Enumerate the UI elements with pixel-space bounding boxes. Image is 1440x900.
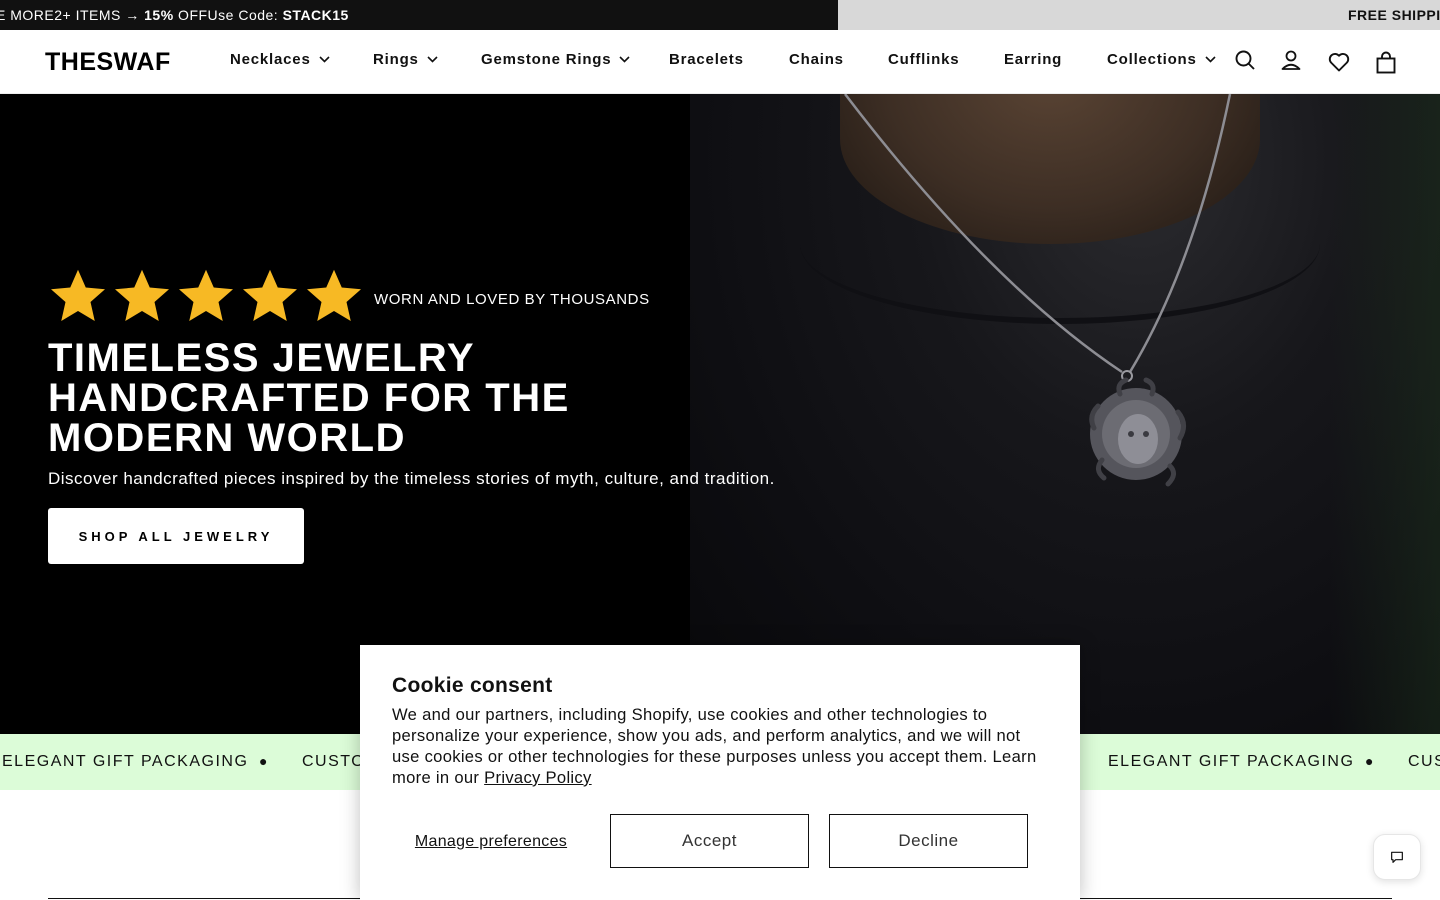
nav-label: Gemstone Rings <box>481 51 612 68</box>
marquee-item: CUS <box>1408 753 1440 770</box>
site-logo[interactable]: THESWAF <box>45 48 171 77</box>
cookie-description: We and our partners, including Shopify, … <box>392 704 1042 788</box>
nav-necklaces[interactable]: Necklaces <box>230 51 330 68</box>
accept-button[interactable]: Accept <box>610 814 809 868</box>
shipping-text: FREE SHIPPIN <box>1348 7 1440 23</box>
chevron-down-icon <box>427 56 438 63</box>
promo-mid: OFFUse Code: <box>173 7 283 23</box>
nav-label: Rings <box>373 51 419 68</box>
shipping-announcement: FREE SHIPPIN <box>838 0 1440 30</box>
nav-earring[interactable]: Earring <box>1004 51 1062 68</box>
nav-label: Necklaces <box>230 51 311 68</box>
search-icon[interactable] <box>1233 48 1257 72</box>
nav-rings[interactable]: Rings <box>373 51 438 68</box>
privacy-policy-link[interactable]: Privacy Policy <box>484 768 591 787</box>
nav-label: Chains <box>789 51 844 68</box>
star-icon <box>179 269 233 321</box>
manage-preferences-button[interactable]: Manage preferences <box>392 814 590 868</box>
nav-label: Cufflinks <box>888 51 960 68</box>
chevron-down-icon <box>619 56 630 63</box>
nav-collections[interactable]: Collections <box>1107 51 1216 68</box>
star-icon <box>307 269 361 321</box>
promo-code: STACK15 <box>282 7 349 23</box>
hero-model-image <box>690 94 1440 734</box>
chevron-down-icon <box>1205 56 1216 63</box>
nav-gemstone-rings[interactable]: Gemstone Rings <box>481 51 630 68</box>
star-icon <box>115 269 169 321</box>
marquee-item: ELEGANT GIFT PACKAGING <box>1108 753 1355 770</box>
decline-button[interactable]: Decline <box>829 814 1028 868</box>
chat-bubble-icon <box>1391 851 1403 863</box>
bullet-separator: ● <box>259 753 268 769</box>
star-icon <box>243 269 297 321</box>
promo-announcement: E MORE2+ ITEMS → 15% OFFUse Code: STACK1… <box>0 0 838 30</box>
cookie-consent-dialog: Cookie consent We and our partners, incl… <box>360 645 1080 900</box>
nav-label: Earring <box>1004 51 1063 68</box>
star-icon <box>51 269 105 321</box>
hero-title: TIMELESS JEWELRY HANDCRAFTED FOR THE MOD… <box>48 336 570 460</box>
medusa-pendant-necklace-image <box>844 94 1232 487</box>
hero-subtitle: Discover handcrafted pieces inspired by … <box>48 469 775 488</box>
hero-banner: WORN AND LOVED BY THOUSANDS TIMELESS JEW… <box>0 94 1440 734</box>
wishlist-heart-icon[interactable] <box>1327 50 1351 74</box>
site-header: THESWAF Necklaces Rings Gemstone Rings B… <box>0 30 1440 94</box>
cart-bag-icon[interactable] <box>1374 51 1398 75</box>
nav-bracelets[interactable]: Bracelets <box>669 51 744 68</box>
marquee-item: CUSTO <box>302 753 366 770</box>
nav-chains[interactable]: Chains <box>789 51 844 68</box>
shop-all-jewelry-button[interactable]: SHOP ALL JEWELRY <box>48 508 304 564</box>
marquee-item: ELEGANT GIFT PACKAGING <box>2 753 249 770</box>
chat-launcher-button[interactable] <box>1373 834 1421 880</box>
nav-label: Collections <box>1107 51 1197 68</box>
hero-tagline: WORN AND LOVED BY THOUSANDS <box>374 291 650 308</box>
bullet-separator: ● <box>1365 753 1374 769</box>
nav-label: Bracelets <box>669 51 744 68</box>
cookie-title: Cookie consent <box>392 674 553 697</box>
chevron-down-icon <box>319 56 330 63</box>
promo-prefix: E MORE2+ ITEMS → <box>0 7 145 23</box>
rating-stars <box>48 266 364 326</box>
promo-discount: 15% <box>144 7 174 23</box>
account-icon[interactable] <box>1279 48 1303 72</box>
announcement-bar: E MORE2+ ITEMS → 15% OFFUse Code: STACK1… <box>0 0 1440 30</box>
nav-cufflinks[interactable]: Cufflinks <box>888 51 959 68</box>
